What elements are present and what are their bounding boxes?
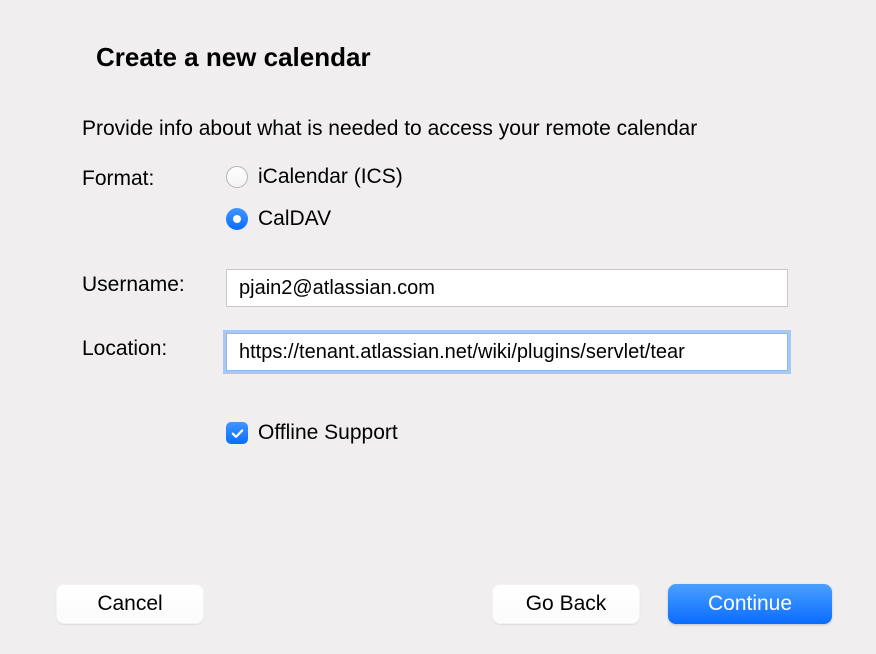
offline-support-checkbox[interactable] — [226, 422, 248, 444]
username-label: Username: — [82, 269, 226, 297]
username-input[interactable] — [226, 269, 788, 307]
continue-button[interactable]: Continue — [668, 584, 832, 624]
dialog-subtitle: Provide info about what is needed to acc… — [82, 117, 818, 141]
cancel-button[interactable]: Cancel — [56, 584, 204, 624]
check-icon — [230, 426, 245, 441]
offline-support-label: Offline Support — [258, 421, 398, 445]
format-radio-group: iCalendar (ICS) CalDAV — [226, 163, 818, 231]
radio-caldav-label: CalDAV — [258, 207, 331, 231]
calendar-form: Format: iCalendar (ICS) CalDAV Username:… — [82, 163, 818, 445]
go-back-button[interactable]: Go Back — [492, 584, 640, 624]
radio-caldav[interactable] — [226, 208, 248, 230]
format-label: Format: — [82, 163, 226, 191]
button-bar: Cancel Go Back Continue — [0, 584, 876, 624]
location-label: Location: — [82, 333, 226, 361]
dialog-title: Create a new calendar — [96, 42, 818, 73]
location-input[interactable] — [226, 333, 788, 371]
radio-icalendar-label: iCalendar (ICS) — [258, 165, 403, 189]
radio-icalendar[interactable] — [226, 166, 248, 188]
